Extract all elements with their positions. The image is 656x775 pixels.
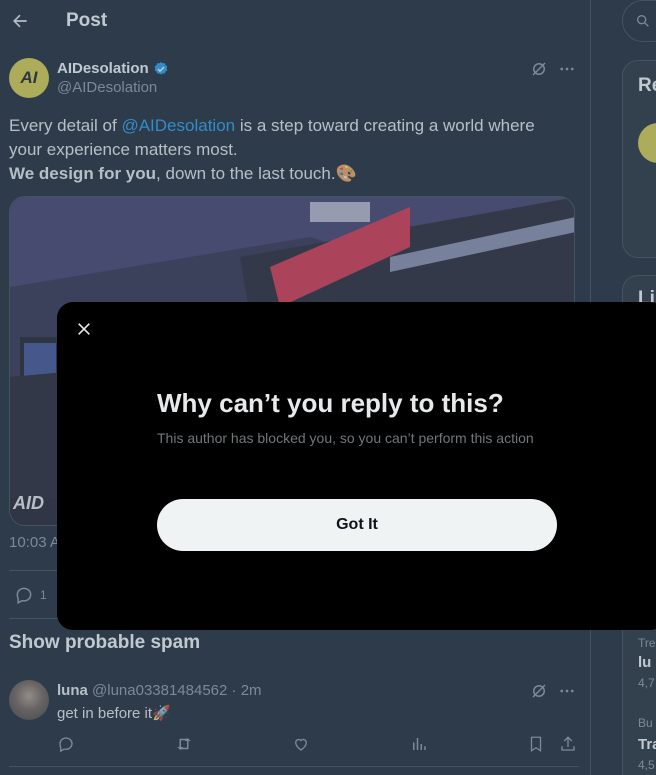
reply-restriction-dialog: Why can’t you reply to this? This author… — [57, 302, 656, 630]
close-icon[interactable] — [73, 318, 95, 340]
dialog-description: This author has blocked you, so you can’… — [157, 430, 534, 446]
dialog-title: Why can’t you reply to this? — [157, 388, 504, 418]
got-it-button[interactable]: Got It — [157, 499, 557, 551]
